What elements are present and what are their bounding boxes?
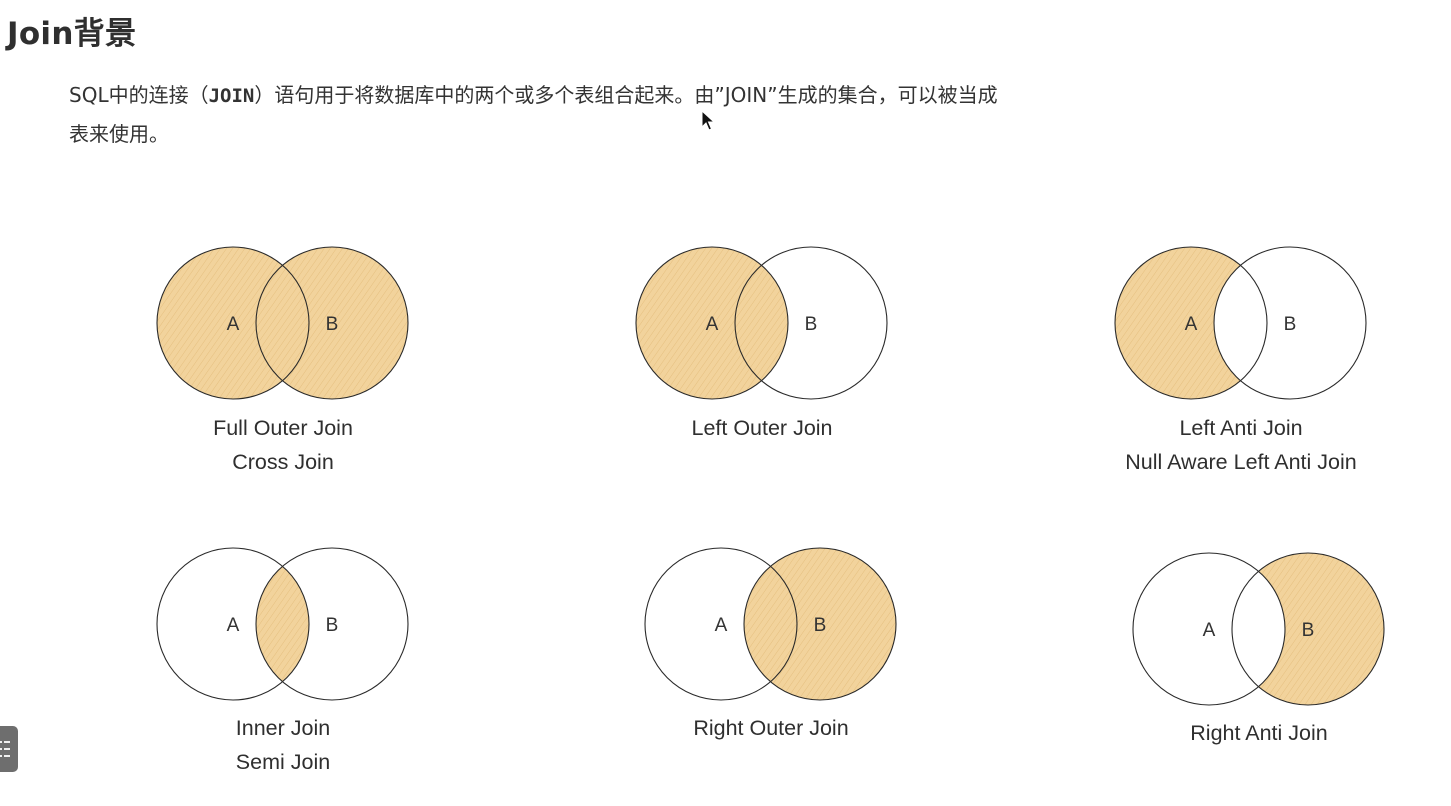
- set-label-a: A: [227, 314, 240, 335]
- set-label-b: B: [326, 615, 339, 636]
- mouse-pointer-icon: [701, 110, 715, 131]
- side-panel-handle[interactable]: [0, 726, 18, 772]
- caption-left-outer-join: Left Outer Join: [582, 411, 942, 445]
- caption-line: Right Anti Join: [1190, 721, 1328, 745]
- set-label-b: B: [1284, 314, 1297, 335]
- set-label-b: B: [814, 615, 827, 636]
- caption-line: Left Anti Join: [1179, 416, 1303, 440]
- venn-full-outer-join: AB: [156, 246, 409, 400]
- intro-paragraph: SQL中的连接（JOIN）语句用于将数据库中的两个或多个表组合起来。由”JOIN…: [69, 76, 1009, 153]
- caption-line: Null Aware Left Anti Join: [1125, 450, 1357, 474]
- venn-left-anti-join: AB: [1114, 246, 1367, 400]
- set-label-a: A: [706, 314, 719, 335]
- caption-line: Right Outer Join: [693, 716, 849, 740]
- inline-code: JOIN: [208, 85, 255, 107]
- set-label-a: A: [227, 615, 240, 636]
- caption-line: Semi Join: [235, 750, 331, 774]
- caption-line: Left Outer Join: [691, 416, 833, 440]
- menu-icon: [0, 741, 10, 757]
- caption-left-anti-join: Left Anti Join Null Aware Left Anti Join: [1061, 411, 1421, 479]
- page-title: Join背景: [7, 16, 137, 52]
- caption-line: Cross Join: [232, 450, 334, 474]
- set-label-b: B: [805, 314, 818, 335]
- caption-line: Full Outer Join: [213, 416, 353, 440]
- set-label-b: B: [326, 314, 339, 335]
- caption-inner-join: Inner Join Semi Join: [103, 711, 463, 779]
- venn-left-outer-join: AB: [635, 246, 888, 400]
- caption-full-outer-join: Full Outer Join Cross Join: [103, 411, 463, 479]
- venn-right-outer-join: AB: [644, 547, 897, 701]
- caption-line: Inner Join: [235, 716, 331, 740]
- venn-right-anti-join: AB: [1132, 552, 1385, 706]
- intro-text-start: SQL中的连接（: [69, 83, 209, 107]
- set-label-a: A: [1185, 314, 1198, 335]
- caption-right-anti-join: Right Anti Join: [1079, 716, 1439, 750]
- set-label-b: B: [1302, 620, 1315, 641]
- venn-inner-join: AB: [156, 547, 409, 701]
- caption-right-outer-join: Right Outer Join: [591, 711, 951, 745]
- set-label-a: A: [1203, 620, 1216, 641]
- set-label-a: A: [715, 615, 728, 636]
